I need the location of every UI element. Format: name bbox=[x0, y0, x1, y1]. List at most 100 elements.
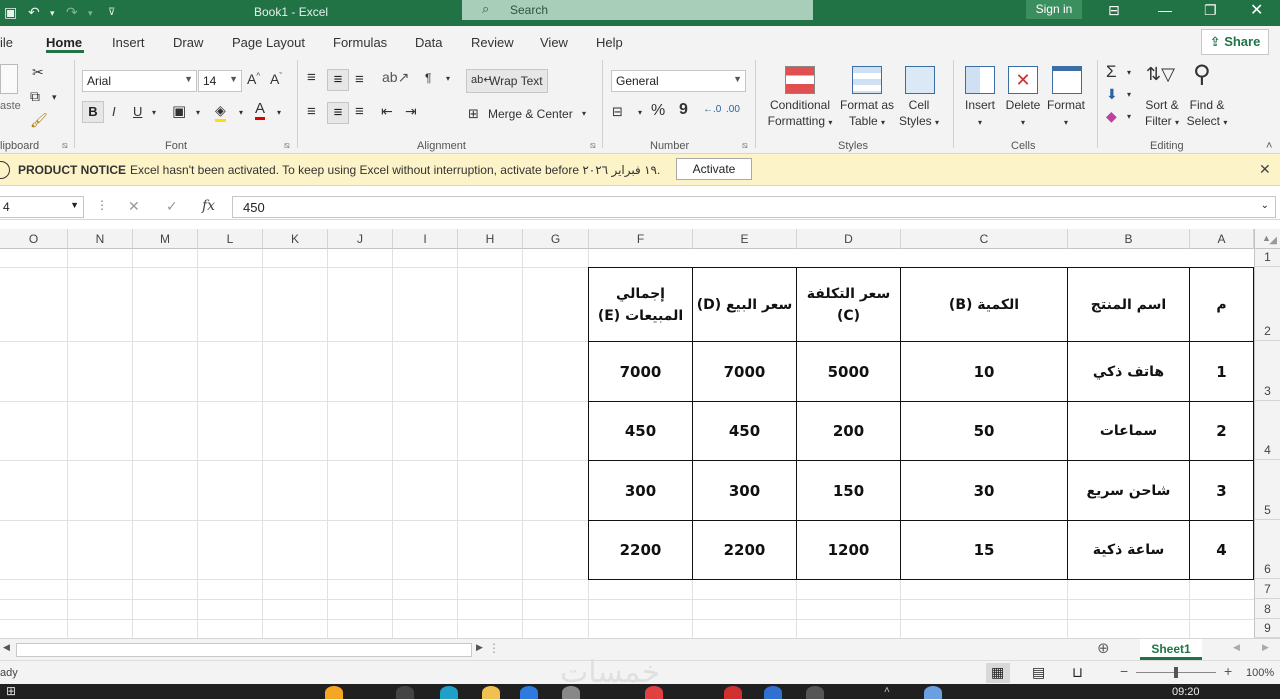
copy-icon[interactable]: ⧉ bbox=[30, 88, 40, 105]
column-header-i[interactable]: I bbox=[393, 229, 458, 249]
clear-icon[interactable]: ◆ bbox=[1106, 108, 1117, 125]
zoom-in-icon[interactable]: + bbox=[1224, 663, 1232, 679]
chevron-down-icon[interactable]: ▾ bbox=[52, 92, 57, 103]
taskbar-app-icon[interactable] bbox=[724, 686, 742, 699]
zoom-out-icon[interactable]: − bbox=[1120, 663, 1128, 679]
cell-a5[interactable]: 3 bbox=[1189, 460, 1254, 521]
row-header-9[interactable]: 9 bbox=[1254, 619, 1280, 638]
prev-sheet-icon[interactable]: ◀ bbox=[1233, 642, 1240, 653]
restore-icon[interactable]: ❐ bbox=[1204, 2, 1217, 19]
save-icon[interactable]: ▣ bbox=[4, 4, 17, 21]
increase-decimal-icon[interactable]: ←.0 bbox=[703, 104, 721, 115]
cell-e6[interactable]: 2200 bbox=[692, 520, 797, 580]
delete-cells-icon[interactable]: ✕ bbox=[1008, 66, 1038, 94]
taskbar-app-icon[interactable] bbox=[440, 686, 458, 699]
tab-view[interactable]: View bbox=[540, 35, 568, 50]
format-as-table-button[interactable]: Format as Table ▾ bbox=[836, 97, 898, 131]
align-middle-icon[interactable]: ≡ bbox=[327, 69, 349, 91]
minimize-icon[interactable]: — bbox=[1158, 2, 1172, 18]
italic-button[interactable]: I bbox=[112, 104, 116, 119]
taskbar-clock[interactable]: 09:20 bbox=[1172, 686, 1200, 698]
more-options-icon[interactable]: ⋮ bbox=[488, 641, 500, 655]
cell-f5[interactable]: 300 bbox=[588, 460, 693, 521]
tab-help[interactable]: Help bbox=[596, 35, 623, 50]
cell-d4[interactable]: 200 bbox=[796, 401, 901, 461]
sheet-tab-sheet1[interactable]: Sheet1 bbox=[1140, 639, 1202, 660]
column-header-n[interactable]: N bbox=[68, 229, 133, 249]
column-header-k[interactable]: K bbox=[263, 229, 328, 249]
worksheet-grid[interactable]: O N M L K J I H G F E D C B A ◢ 1 2 3 4 … bbox=[0, 229, 1280, 638]
fill-color-icon[interactable]: ◈ bbox=[215, 102, 226, 122]
align-center-icon[interactable]: ≡ bbox=[327, 102, 349, 124]
font-color-icon[interactable]: A bbox=[255, 101, 266, 120]
taskbar-app-icon[interactable] bbox=[482, 686, 500, 699]
chevron-down-icon[interactable]: ▾ bbox=[277, 108, 281, 117]
page-layout-view-icon[interactable]: ▤ bbox=[1032, 664, 1045, 681]
cell-e2[interactable]: سعر البيع (D) bbox=[692, 267, 797, 342]
search-box[interactable]: ⌕ Search bbox=[462, 0, 813, 20]
sort-filter-icon[interactable]: ⇅▽ bbox=[1146, 64, 1175, 85]
row-header-3[interactable]: 3 bbox=[1254, 341, 1280, 401]
sort-filter-button[interactable]: Sort & Filter ▾ bbox=[1140, 97, 1184, 131]
bold-button[interactable]: B bbox=[82, 101, 104, 123]
cell-a2[interactable]: م bbox=[1189, 267, 1254, 342]
horizontal-scrollbar[interactable] bbox=[16, 643, 472, 657]
chevron-down-icon[interactable]: ▾ bbox=[1127, 112, 1131, 121]
conditional-formatting-icon[interactable] bbox=[785, 66, 815, 94]
number-format-select[interactable]: General ▼ bbox=[611, 70, 746, 92]
column-header-d[interactable]: D bbox=[797, 229, 901, 249]
scroll-right-icon[interactable]: ▶ bbox=[476, 642, 483, 653]
tab-formulas[interactable]: Formulas bbox=[333, 35, 387, 50]
insert-button[interactable]: Insert ▾ bbox=[960, 97, 1000, 131]
tab-data[interactable]: Data bbox=[415, 35, 442, 50]
cell-d6[interactable]: 1200 bbox=[796, 520, 901, 580]
add-sheet-icon[interactable]: ⊕ bbox=[1097, 639, 1110, 657]
currency-icon[interactable]: ⊟ bbox=[612, 104, 623, 120]
chevron-down-icon[interactable]: ▾ bbox=[239, 108, 243, 117]
share-button[interactable]: ⇪ Share bbox=[1201, 29, 1269, 55]
format-painter-icon[interactable]: 🖌 bbox=[30, 112, 48, 129]
row-header-5[interactable]: 5 bbox=[1254, 460, 1280, 520]
column-header-l[interactable]: L bbox=[198, 229, 263, 249]
row-header-7[interactable]: 7 bbox=[1254, 579, 1280, 599]
chevron-down-icon[interactable]: ▾ bbox=[1127, 68, 1131, 77]
taskbar-app-icon[interactable] bbox=[562, 686, 580, 699]
undo-icon[interactable]: ↶ bbox=[28, 4, 40, 21]
tab-insert[interactable]: Insert bbox=[112, 35, 145, 50]
taskbar-app-icon[interactable] bbox=[396, 686, 414, 699]
increase-font-icon[interactable]: A^ bbox=[247, 71, 260, 87]
chevron-down-icon[interactable]: ▾ bbox=[1127, 90, 1131, 99]
text-direction-icon[interactable]: ¶ bbox=[425, 71, 431, 85]
cell-a3[interactable]: 1 bbox=[1189, 341, 1254, 402]
dialog-launcher-icon[interactable]: ⧅ bbox=[284, 140, 290, 151]
row-header-8[interactable]: 8 bbox=[1254, 599, 1280, 619]
dialog-launcher-icon[interactable]: ⧅ bbox=[590, 140, 596, 151]
tab-review[interactable]: Review bbox=[471, 35, 514, 50]
cell-d5[interactable]: 150 bbox=[796, 460, 901, 521]
next-sheet-icon[interactable]: ▶ bbox=[1262, 642, 1269, 653]
cell-c3[interactable]: 10 bbox=[900, 341, 1068, 402]
cell-a4[interactable]: 2 bbox=[1189, 401, 1254, 461]
chevron-down-icon[interactable]: ▾ bbox=[446, 74, 450, 83]
font-name-select[interactable]: Arial ▼ bbox=[82, 70, 197, 92]
cell-f2[interactable]: إجمالي المبيعات (E) bbox=[588, 267, 693, 342]
align-bottom-icon[interactable]: ≡ bbox=[355, 71, 364, 88]
column-header-f[interactable]: F bbox=[589, 229, 693, 249]
formula-input[interactable]: 450 ⌄ bbox=[232, 196, 1276, 218]
chevron-down-icon[interactable]: ▾ bbox=[638, 108, 642, 117]
column-header-o[interactable]: O bbox=[0, 229, 68, 249]
taskbar-app-icon[interactable] bbox=[924, 686, 942, 699]
more-options-icon[interactable]: ⋮ bbox=[96, 198, 108, 212]
cell-f6[interactable]: 2200 bbox=[588, 520, 693, 580]
cell-c4[interactable]: 50 bbox=[900, 401, 1068, 461]
cancel-icon[interactable]: ✕ bbox=[128, 198, 140, 215]
cell-b2[interactable]: اسم المنتج bbox=[1067, 267, 1190, 342]
cell-f3[interactable]: 7000 bbox=[588, 341, 693, 402]
decrease-decimal-icon[interactable]: .00 bbox=[726, 104, 740, 115]
row-header-1[interactable]: 1 bbox=[1254, 249, 1280, 267]
cell-d3[interactable]: 5000 bbox=[796, 341, 901, 402]
scroll-up-icon[interactable]: ▲ bbox=[1262, 233, 1271, 243]
close-icon[interactable]: ✕ bbox=[1259, 161, 1271, 178]
collapse-ribbon-icon[interactable]: ˄ bbox=[1266, 140, 1272, 152]
cell-c6[interactable]: 15 bbox=[900, 520, 1068, 580]
